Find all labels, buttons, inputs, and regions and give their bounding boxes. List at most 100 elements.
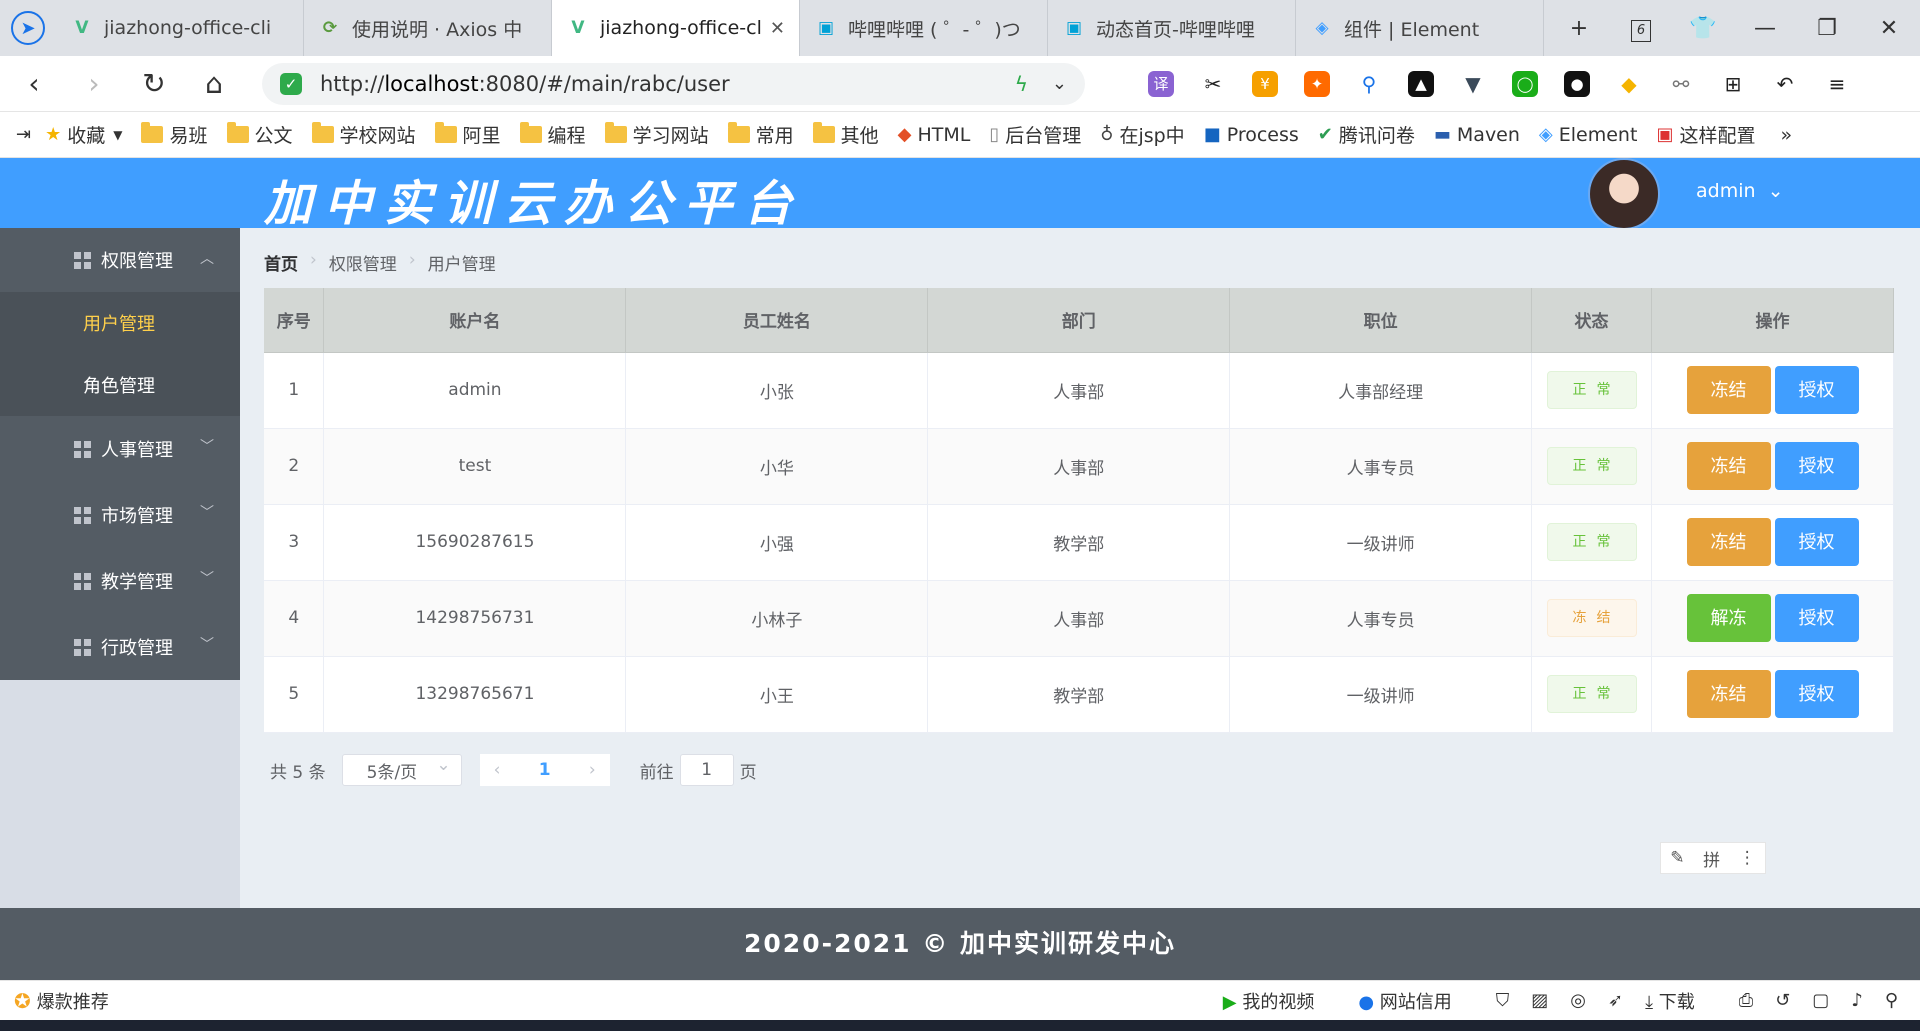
sidebar-toggle-icon[interactable]: ⇥ [16,124,31,145]
dark-ext-icon[interactable]: ▲ [1395,67,1447,101]
caret-down-icon[interactable]: ▼ [113,128,122,142]
bookmark-item[interactable]: 阿里 [434,121,501,148]
reload-button[interactable]: ↻ [124,67,184,100]
rocket-icon[interactable]: ➶ [1608,990,1623,1011]
bookmark-item[interactable]: 学校网站 [311,121,416,148]
user-dropdown[interactable]: admin ⌄ [1696,180,1784,202]
unfreeze-button[interactable]: 解冻 [1686,594,1771,642]
speaker-icon[interactable]: ♪ [1851,990,1863,1011]
scissors-icon[interactable]: ✂ [1187,67,1239,101]
zoom-icon[interactable]: ⚲ [1885,990,1898,1011]
speed-icon[interactable]: ◎ [1570,990,1586,1011]
browser-tab[interactable]: ▣ 哔哩哔哩 ( ゜- ゜)つ [800,0,1048,56]
refresh-icon[interactable]: ↺ [1775,990,1790,1011]
freeze-button[interactable]: 冻结 [1686,442,1771,490]
window-icon[interactable]: ▢ [1812,990,1829,1011]
bookmark-item[interactable]: ◆ HTML [898,124,971,146]
close-window-button[interactable]: ✕ [1858,16,1920,41]
browser-logo-icon[interactable]: ➤ [0,0,56,56]
minimize-button[interactable]: — [1734,16,1796,41]
bookmark-item[interactable]: ★ 收藏 ▼ [45,121,122,148]
ime-logo-icon: ✎ [1670,848,1685,868]
bookmark-item[interactable]: ♁ 在jsp中 [1100,121,1184,148]
bookmark-item[interactable]: ◈ Element [1539,124,1638,146]
breadcrumb-home[interactable]: 首页 [264,250,298,275]
authorize-button[interactable]: 授权 [1774,670,1859,718]
shirt-icon[interactable]: 👕 [1672,16,1734,41]
bookmark-item[interactable]: ▯ 后台管理 [989,121,1081,148]
print-icon[interactable]: ⎙ [1739,990,1753,1011]
cell-status: 正常 [1531,504,1652,581]
home-button[interactable]: ⌂ [184,67,244,100]
authorize-button[interactable]: 授权 [1774,366,1859,414]
vue-devtools-icon[interactable]: ▼ [1447,67,1499,101]
green-ext-icon[interactable]: ◯ [1499,67,1551,101]
sidebar-item[interactable]: 权限管理 ︿ [0,228,240,292]
bookmark-item[interactable]: 公文 [226,121,293,148]
sidebar-item[interactable]: 教学管理 ﹀ [0,548,240,614]
coin-shield-icon[interactable]: ¥ [1239,67,1291,101]
browser-tab[interactable]: ◈ 组件 | Element [1296,0,1544,56]
authorize-button[interactable]: 授权 [1774,442,1859,490]
sidebar-item[interactable]: 行政管理 ﹀ [0,614,240,680]
url-bar[interactable]: ✓ http://localhost:8080/#/main/rabc/user… [262,62,1085,105]
more-bookmarks-icon[interactable]: » [1780,124,1792,146]
forward-button[interactable]: › [64,67,124,100]
image-icon[interactable]: ▨ [1531,990,1548,1011]
bookmark-item[interactable]: 编程 [519,121,586,148]
site-credit-button[interactable]: ● 网站信用 [1358,988,1473,1014]
gamepad-icon[interactable]: ⚯ [1655,67,1707,101]
cow-icon[interactable]: ● [1551,67,1603,101]
new-tab-button[interactable]: + [1548,16,1610,41]
badge-icon: ✪ [14,988,31,1013]
tab-counter-button[interactable]: 6 [1610,15,1672,42]
sidebar-item[interactable]: 市场管理 ﹀ [0,482,240,548]
freeze-button[interactable]: 冻结 [1686,518,1771,566]
authorize-button[interactable]: 授权 [1774,594,1859,642]
back-button[interactable]: ‹ [4,67,64,100]
tab-favicon-icon: ▣ [1065,18,1083,38]
bookmark-item[interactable]: ✔ 腾讯问卷 [1318,121,1415,148]
browser-tab[interactable]: Vjiazhong-office-cli ✕ [552,0,800,56]
page-size-select[interactable]: 5条/页 [341,754,462,786]
game-icon[interactable]: ✦ [1291,67,1343,101]
sidebar-subitem[interactable]: 角色管理 [0,354,240,416]
browser-tab[interactable]: ▣ 动态首页-哔哩哔哩 [1048,0,1296,56]
apps-grid-icon[interactable]: ⊞ [1707,67,1759,101]
avatar[interactable] [1588,158,1660,230]
sidebar-item[interactable]: 人事管理 ﹀ [0,416,240,482]
chevron-down-icon: ﹀ [200,571,214,587]
dog-icon[interactable]: ◆ [1603,67,1655,101]
restore-button[interactable]: ❐ [1796,16,1858,41]
check-icon: ✔ [1317,124,1333,145]
bookmark-item[interactable]: 常用 [727,121,794,148]
goto-page-input[interactable]: 1 [679,754,734,786]
bookmark-item[interactable]: 易班 [141,121,208,148]
next-page-button[interactable]: › [589,760,596,780]
sidebar-subitem[interactable]: 用户管理 [0,292,240,354]
my-video-button[interactable]: ▶ 我的视频 [1223,988,1337,1014]
translate-icon[interactable]: 译 [1135,67,1187,101]
promo-link[interactable]: ✪ 爆款推荐 [14,988,109,1014]
freeze-button[interactable]: 冻结 [1686,366,1771,414]
bookmark-item[interactable]: 其他 [812,121,879,148]
bolt-icon[interactable]: ϟ [1015,72,1028,96]
bookmark-item[interactable]: ▬ Maven [1434,124,1520,146]
bookmark-item[interactable]: ■ Process [1204,124,1299,146]
ime-toolbar[interactable]: ✎ 拼 ⋮ [1660,842,1766,874]
shield-status-icon[interactable]: ⛉ [1496,990,1510,1011]
close-icon[interactable]: ✕ [770,18,785,39]
browser-tab[interactable]: ⟳ 使用说明 · Axios 中 [304,0,552,56]
freeze-button[interactable]: 冻结 [1686,670,1771,718]
download-button[interactable]: ⤓ 下载 [1645,988,1717,1014]
authorize-button[interactable]: 授权 [1774,518,1859,566]
prev-page-button[interactable]: ‹ [494,760,501,780]
menu-icon[interactable]: ≡ [1811,67,1863,101]
chevron-down-icon[interactable]: ⌄ [1052,73,1067,94]
search-icon[interactable]: ⚲ [1343,67,1395,101]
bookmark-item[interactable]: ▣ 这样配置 [1656,121,1755,148]
undo-icon[interactable]: ↶ [1759,67,1811,101]
browser-tab[interactable]: Vjiazhong-office-cli [56,0,304,56]
page-number-current[interactable]: 1 [539,760,551,780]
bookmark-item[interactable]: 学习网站 [604,121,709,148]
